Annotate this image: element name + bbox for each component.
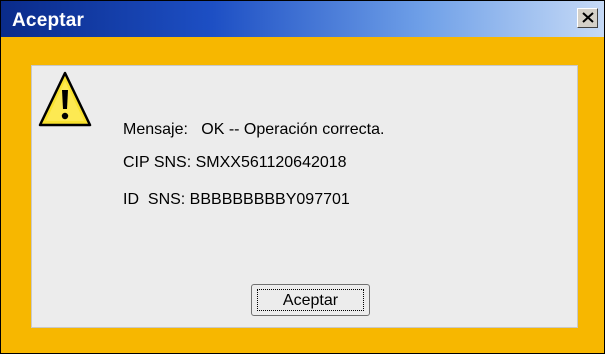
aceptar-button-label: Aceptar [257, 289, 364, 311]
dialog-window: Aceptar Mensaje: OK -- Operación correct… [0, 0, 605, 354]
dialog-title: Aceptar [12, 10, 85, 31]
title-bar[interactable]: Aceptar [1, 1, 604, 37]
id-sns-text: ID SNS: BBBBBBBBBY097701 [123, 191, 350, 208]
message-text: Mensaje: OK -- Operación correcta. [123, 121, 385, 138]
cip-sns-text: CIP SNS: SMXX561120642018 [123, 154, 347, 171]
warning-icon [38, 71, 92, 127]
close-button[interactable] [577, 8, 598, 28]
aceptar-button[interactable]: Aceptar [251, 284, 370, 316]
close-icon [582, 12, 594, 23]
